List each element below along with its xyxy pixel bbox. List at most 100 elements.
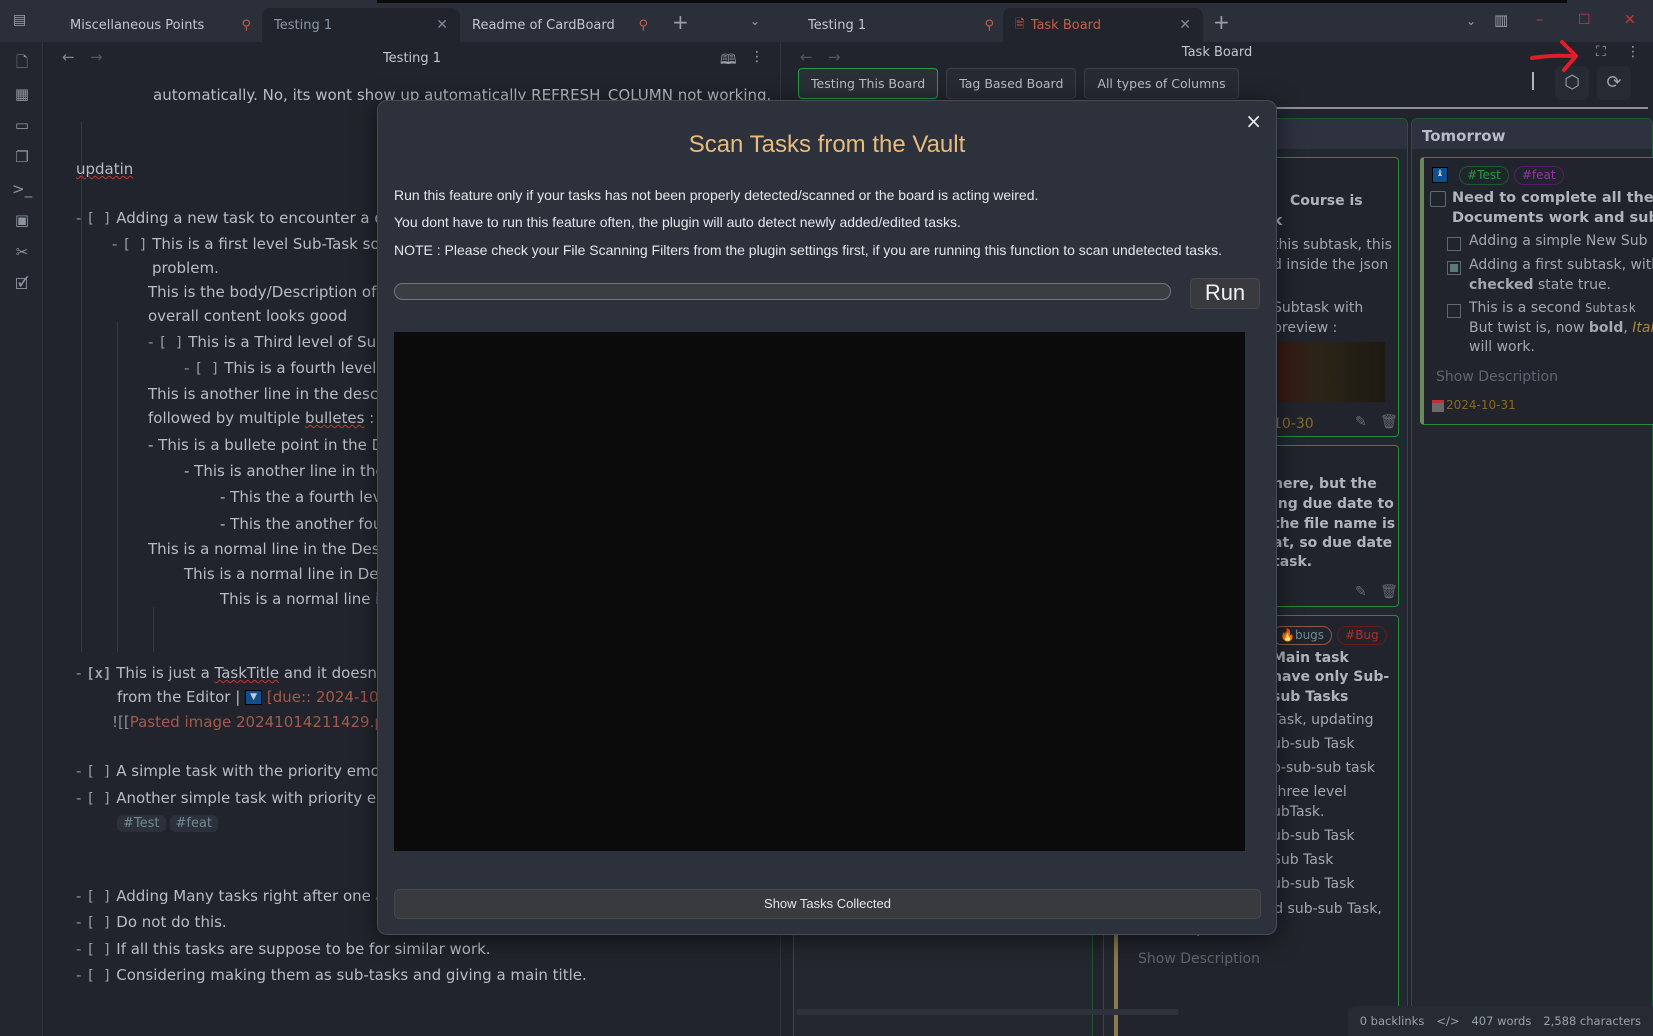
calendar-icon[interactable]: ▭ bbox=[12, 115, 32, 135]
tab-testing-1[interactable]: Testing 1 ✕ bbox=[262, 8, 460, 42]
subtask-checkbox[interactable] bbox=[1447, 237, 1461, 251]
task-card[interactable]: ♝ #Test #feat Need to complete all the D… bbox=[1420, 157, 1653, 425]
tag-pill[interactable]: #Bug bbox=[1337, 626, 1387, 645]
scan-vault-icon[interactable]: ⛶ bbox=[1596, 44, 1606, 60]
maximize-button[interactable]: ☐ bbox=[1578, 12, 1591, 28]
pin-icon[interactable]: ⚲ bbox=[241, 18, 251, 33]
checkbox-markdown[interactable]: [x] bbox=[86, 666, 111, 682]
board-tab-all-types-of-columns[interactable]: All types of Columns bbox=[1084, 68, 1239, 99]
close-tab-icon[interactable]: ✕ bbox=[1179, 17, 1191, 33]
task-line[interactable]: - [ ] A simple task with the priority em… bbox=[76, 762, 398, 780]
checkbox-markdown[interactable]: [ ] bbox=[86, 968, 111, 984]
run-button[interactable]: Run bbox=[1190, 278, 1260, 309]
more-options-icon[interactable]: ⋮ bbox=[750, 49, 764, 65]
editor-line[interactable]: This is a normal line in bbox=[220, 590, 389, 608]
bullet-line[interactable]: - This is another line in the b bbox=[184, 462, 399, 480]
subtask-text: ub-sub Task bbox=[1272, 876, 1355, 892]
copy-icon[interactable]: ❐ bbox=[12, 147, 32, 167]
subtask-checkbox[interactable] bbox=[1447, 304, 1461, 318]
image-preview[interactable] bbox=[1273, 342, 1385, 402]
tag-pill[interactable]: #feat bbox=[1513, 166, 1564, 185]
task-line[interactable]: - [ ] If all this tasks are suppose to b… bbox=[76, 940, 491, 958]
tag-chip[interactable]: #feat bbox=[169, 815, 219, 832]
task-line[interactable]: - [ ] This is a first level Sub-Task so … bbox=[112, 235, 400, 253]
subtask-checkbox[interactable] bbox=[1447, 261, 1461, 275]
image-link[interactable]: Pasted image 20241014211429.png bbox=[130, 713, 403, 731]
tag-chip[interactable]: #Test bbox=[117, 815, 166, 832]
task-line[interactable]: - [ ] Do not do this. bbox=[76, 913, 227, 931]
file-search-icon[interactable]: 🗋 bbox=[12, 52, 32, 72]
checkbox-markdown[interactable]: [ ] bbox=[122, 237, 147, 253]
tab-task-board[interactable]: 🗎 Task Board ✕ bbox=[1003, 8, 1203, 42]
checkbox-markdown[interactable]: [ ] bbox=[86, 942, 111, 958]
task-checkbox[interactable] bbox=[1430, 191, 1446, 207]
tag-pill[interactable]: 🔥bugs bbox=[1272, 626, 1333, 645]
edit-icon[interactable]: ✎ bbox=[1355, 414, 1367, 430]
sidebar-toggle-icon[interactable]: ▤ bbox=[13, 12, 26, 28]
close-tab-icon[interactable]: ✕ bbox=[436, 17, 448, 33]
checkbox-markdown[interactable]: [ ] bbox=[194, 361, 219, 377]
close-window-button[interactable]: ✕ bbox=[1624, 12, 1636, 28]
new-tab-button[interactable]: + bbox=[672, 10, 689, 34]
image-embed-line[interactable]: ![[Pasted image 20241014211429.png bbox=[112, 713, 403, 731]
bullet-line[interactable]: - This the another four bbox=[220, 515, 389, 533]
right-sidebar-toggle-icon[interactable]: ▥ bbox=[1494, 11, 1508, 29]
editor-line[interactable]: problem. bbox=[152, 259, 219, 277]
editor-line[interactable]: This is the body/Description of th bbox=[148, 283, 397, 301]
task-line[interactable]: - [ ] This is a Third level of SubT bbox=[148, 333, 395, 351]
task-line[interactable]: - [ ] Adding Many tasks right after one … bbox=[76, 887, 404, 905]
editor-line[interactable]: This is a normal line in Desc bbox=[184, 565, 395, 583]
editor-line[interactable]: This is another line in the descrip bbox=[148, 385, 398, 403]
checkbox-markdown[interactable]: [ ] bbox=[158, 335, 183, 351]
checkbox-markdown[interactable]: [ ] bbox=[86, 764, 111, 780]
tab-readme-of-cardboard[interactable]: Readme of CardBoard ⚲ bbox=[460, 8, 660, 42]
delete-icon[interactable]: 🗑 bbox=[1380, 414, 1398, 430]
gallery-icon[interactable]: ▣ bbox=[12, 210, 32, 230]
task-line[interactable]: - [ ] This is a fourth level S bbox=[184, 359, 391, 377]
text: state true. bbox=[1533, 277, 1612, 293]
tab-testing-1-right[interactable]: Testing 1 ⚲ bbox=[796, 8, 1006, 42]
pin-icon[interactable]: ⚲ bbox=[638, 18, 648, 33]
pin-icon[interactable]: ⚲ bbox=[984, 18, 994, 33]
checkbox-markdown[interactable]: [ ] bbox=[86, 211, 111, 227]
horizontal-scrollbar[interactable] bbox=[796, 1009, 1179, 1015]
board-tab-testing-this-board[interactable]: Testing This Board bbox=[798, 68, 939, 99]
new-tab-button[interactable]: + bbox=[1213, 10, 1230, 34]
show-description-toggle[interactable]: Show Description bbox=[1436, 369, 1558, 385]
editor-heading[interactable]: updatin bbox=[76, 160, 133, 178]
reading-view-icon[interactable]: 🕮 bbox=[720, 49, 737, 73]
board-tab-tag-based-board[interactable]: Tag Based Board bbox=[946, 68, 1077, 99]
file-check-icon[interactable]: 🗹 bbox=[12, 274, 32, 294]
backlinks-count[interactable]: 0 backlinks bbox=[1360, 1014, 1425, 1028]
tab-list-dropdown-icon[interactable]: ⌄ bbox=[750, 14, 760, 28]
refresh-board-button[interactable]: ⟳ bbox=[1597, 66, 1631, 100]
show-tasks-collected-button[interactable]: Show Tasks Collected bbox=[394, 889, 1261, 919]
scan-log-area[interactable] bbox=[394, 332, 1245, 851]
editor-line[interactable]: This is a normal line in the Desc v bbox=[148, 540, 402, 558]
task-line-done[interactable]: - [x] This is just a TaskTitle and it do… bbox=[76, 664, 406, 682]
tab-miscellaneous-points[interactable]: Miscellaneous Points ⚲ bbox=[58, 8, 263, 42]
task-line[interactable]: - [ ] Adding a new task to encounter a d… bbox=[76, 209, 408, 227]
minimize-button[interactable]: – bbox=[1536, 12, 1543, 28]
editor-line[interactable]: from the Editor | ▼ [due:: 2024-10-2 bbox=[117, 688, 393, 706]
task-line[interactable]: - [ ] Considering making them as sub-tas… bbox=[76, 966, 587, 984]
editor-line[interactable]: overall content looks good bbox=[148, 307, 347, 325]
editor-line[interactable]: followed by multiple bulletes : bbox=[148, 409, 374, 427]
dashboard-icon[interactable]: ▦ bbox=[12, 84, 32, 104]
terminal-icon[interactable]: >_ bbox=[12, 179, 32, 199]
show-description-toggle[interactable]: Show Description bbox=[1138, 951, 1260, 967]
checkbox-markdown[interactable]: [ ] bbox=[86, 791, 111, 807]
checkbox-markdown[interactable]: [ ] bbox=[86, 889, 111, 905]
edit-icon[interactable]: ✎ bbox=[1355, 584, 1367, 600]
delete-icon[interactable]: 🗑 bbox=[1380, 584, 1398, 600]
tab-list-dropdown-icon[interactable]: ⌄ bbox=[1466, 14, 1476, 28]
more-options-icon[interactable]: ⋮ bbox=[1626, 44, 1640, 60]
task-line[interactable]: - [ ] Another simple task with priority … bbox=[76, 789, 400, 807]
close-modal-button[interactable]: × bbox=[1245, 109, 1262, 133]
code-icon[interactable]: </> bbox=[1436, 1014, 1459, 1028]
tag-pill[interactable]: #Test bbox=[1459, 166, 1509, 185]
bullet-line[interactable]: - This is a bullete point in the Des bbox=[148, 436, 400, 454]
bullet-line[interactable]: - This the a fourth level bbox=[220, 488, 395, 506]
tools-icon[interactable]: ✂ bbox=[12, 242, 32, 262]
checkbox-markdown[interactable]: [ ] bbox=[86, 915, 111, 931]
